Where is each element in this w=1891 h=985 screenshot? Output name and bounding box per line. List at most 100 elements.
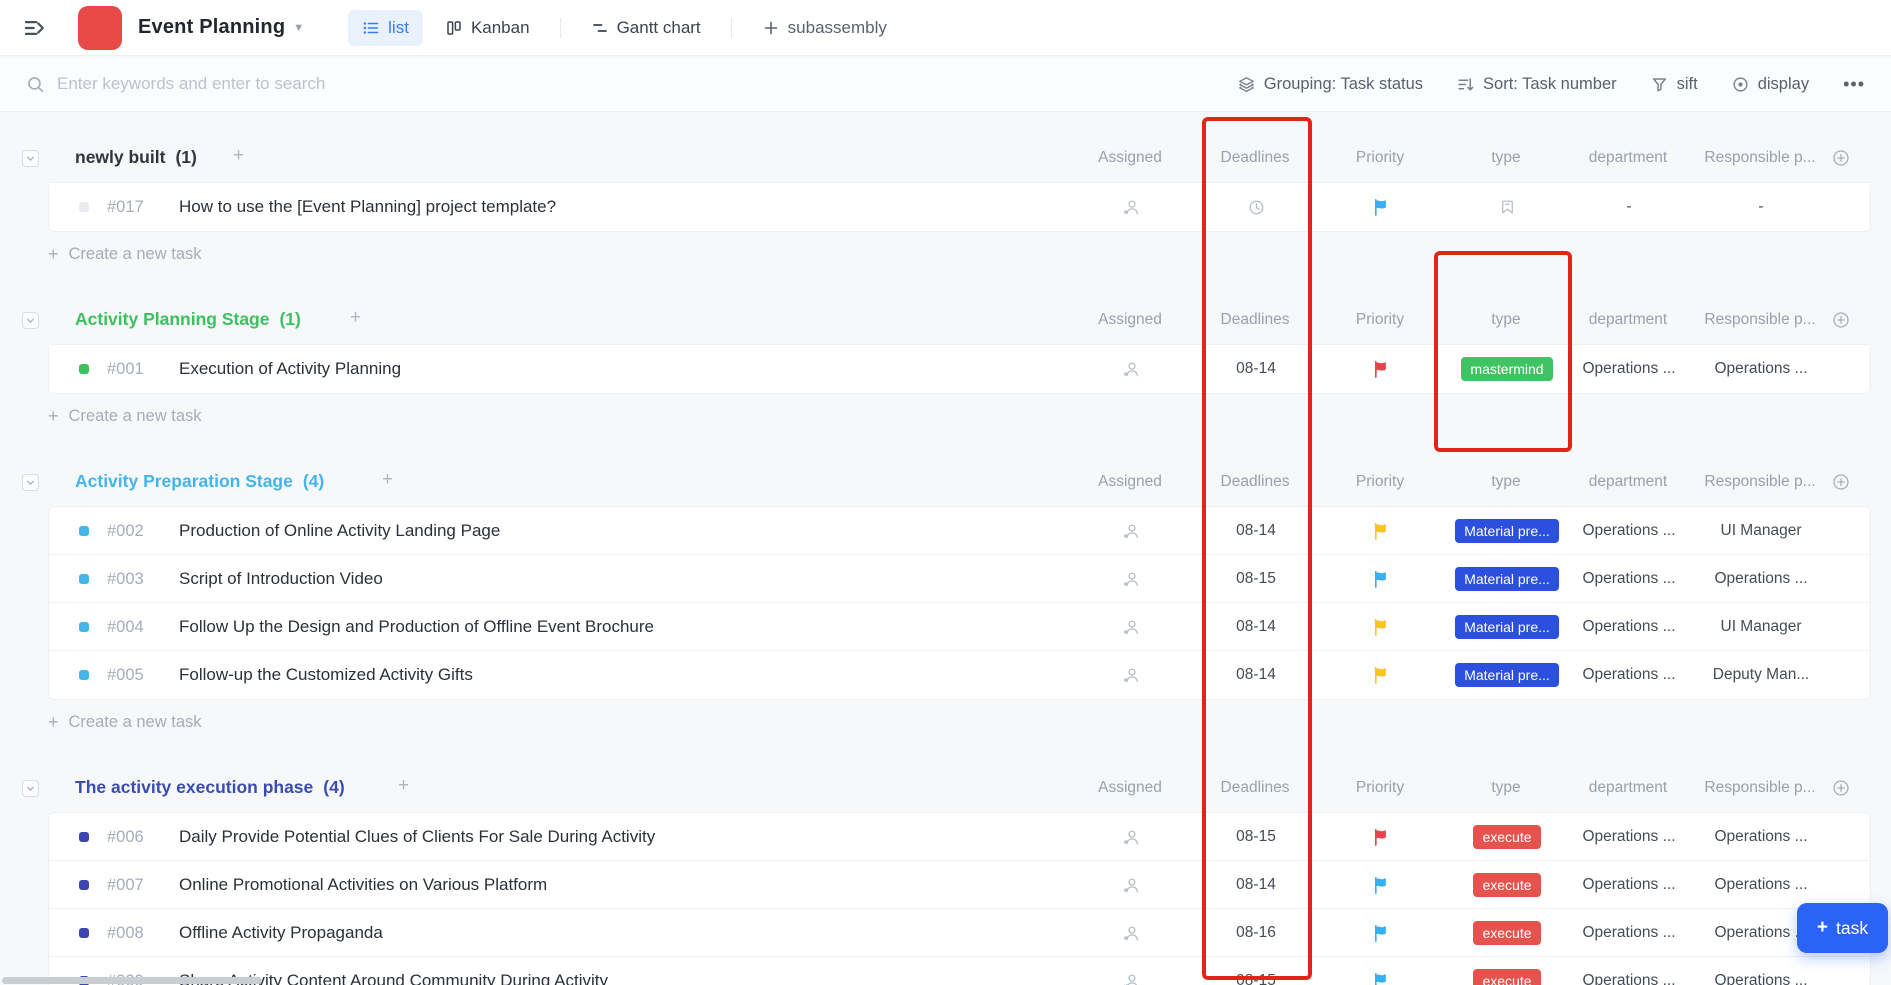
column-header-department[interactable]: department: [1558, 779, 1698, 797]
task-title[interactable]: Production of Online Activity Landing Pa…: [179, 507, 500, 555]
department-value[interactable]: Operations ...: [1559, 345, 1699, 393]
tab-list[interactable]: list: [348, 10, 423, 46]
sidebar-toggle-icon[interactable]: [22, 15, 48, 41]
deadline-value[interactable]: 08-16: [1186, 909, 1326, 957]
group-title[interactable]: Activity Preparation Stage(4): [75, 471, 324, 492]
deadline-value[interactable]: 08-15: [1186, 813, 1326, 861]
deadline-value[interactable]: 08-14: [1186, 345, 1326, 393]
responsible-value[interactable]: -: [1691, 183, 1831, 231]
add-column-icon[interactable]: [1832, 311, 1850, 329]
type-badge[interactable]: execute: [1473, 825, 1540, 849]
priority-flag-icon[interactable]: [1311, 957, 1451, 985]
type-cell[interactable]: execute: [1437, 909, 1577, 957]
column-header-priority[interactable]: Priority: [1310, 473, 1450, 491]
department-value[interactable]: Operations ...: [1559, 813, 1699, 861]
column-header-deadlines[interactable]: Deadlines: [1185, 473, 1325, 491]
priority-flag-icon[interactable]: [1311, 861, 1451, 909]
task-row[interactable]: #007 Online Promotional Activities on Va…: [49, 861, 1870, 909]
assign-user-icon[interactable]: [1061, 813, 1201, 861]
deadline-clock-icon[interactable]: [1186, 183, 1326, 231]
tab-kanban[interactable]: Kanban: [431, 10, 544, 46]
deadline-value[interactable]: 08-14: [1186, 507, 1326, 555]
horizontal-scrollbar[interactable]: [2, 977, 262, 984]
column-header-type[interactable]: type: [1436, 473, 1576, 491]
deadline-value[interactable]: 08-14: [1186, 651, 1326, 699]
column-header-responsible[interactable]: Responsible p...: [1690, 311, 1830, 329]
assign-user-icon[interactable]: [1061, 909, 1201, 957]
assign-user-icon[interactable]: [1061, 651, 1201, 699]
add-task-to-group-icon[interactable]: +: [382, 469, 393, 491]
task-row[interactable]: #017 How to use the [Event Planning] pro…: [49, 183, 1870, 231]
column-header-deadlines[interactable]: Deadlines: [1185, 311, 1325, 329]
priority-flag-icon[interactable]: [1311, 183, 1451, 231]
responsible-value[interactable]: Operations ...: [1691, 957, 1831, 985]
collapse-group-icon[interactable]: [22, 474, 39, 491]
add-task-to-group-icon[interactable]: +: [350, 307, 361, 329]
type-cell[interactable]: mastermind: [1437, 345, 1577, 393]
priority-flag-icon[interactable]: [1311, 813, 1451, 861]
responsible-value[interactable]: Operations ...: [1691, 555, 1831, 603]
add-task-to-group-icon[interactable]: +: [233, 145, 244, 167]
type-badge[interactable]: mastermind: [1461, 357, 1552, 381]
type-tag-icon[interactable]: [1437, 183, 1577, 231]
column-header-type[interactable]: type: [1436, 149, 1576, 167]
department-value[interactable]: -: [1559, 183, 1699, 231]
task-row[interactable]: #003 Script of Introduction Video 08-15 …: [49, 555, 1870, 603]
collapse-group-icon[interactable]: [22, 150, 39, 167]
type-badge[interactable]: execute: [1473, 969, 1540, 985]
deadline-value[interactable]: 08-15: [1186, 957, 1326, 985]
add-view-button[interactable]: subassembly: [748, 10, 901, 46]
column-header-assigned[interactable]: Assigned: [1060, 779, 1200, 797]
project-dropdown-caret-icon[interactable]: ▼: [293, 22, 304, 34]
type-badge[interactable]: Material pre...: [1455, 615, 1559, 639]
deadline-value[interactable]: 08-14: [1186, 603, 1326, 651]
responsible-value[interactable]: UI Manager: [1691, 507, 1831, 555]
priority-flag-icon[interactable]: [1311, 345, 1451, 393]
group-title[interactable]: The activity execution phase(4): [75, 777, 345, 798]
department-value[interactable]: Operations ...: [1559, 651, 1699, 699]
tab-gantt[interactable]: Gantt chart: [577, 10, 715, 46]
add-column-icon[interactable]: [1832, 149, 1850, 167]
column-header-deadlines[interactable]: Deadlines: [1185, 779, 1325, 797]
type-badge[interactable]: Material pre...: [1455, 663, 1559, 687]
task-row[interactable]: #008 Offline Activity Propaganda 08-16 e…: [49, 909, 1870, 957]
assign-user-icon[interactable]: [1061, 345, 1201, 393]
task-title[interactable]: Daily Provide Potential Clues of Clients…: [179, 813, 655, 861]
sort-control[interactable]: Sort: Task number: [1457, 75, 1617, 94]
display-control[interactable]: display: [1732, 75, 1809, 94]
deadline-value[interactable]: 08-14: [1186, 861, 1326, 909]
assign-user-icon[interactable]: [1061, 957, 1201, 985]
add-column-icon[interactable]: [1832, 473, 1850, 491]
project-name[interactable]: Event Planning: [138, 16, 285, 39]
create-task-button[interactable]: +Create a new task: [0, 394, 1891, 438]
column-header-department[interactable]: department: [1558, 149, 1698, 167]
priority-flag-icon[interactable]: [1311, 909, 1451, 957]
assign-user-icon[interactable]: [1061, 603, 1201, 651]
type-cell[interactable]: Material pre...: [1437, 603, 1577, 651]
priority-flag-icon[interactable]: [1311, 555, 1451, 603]
responsible-value[interactable]: Operations ...: [1691, 861, 1831, 909]
task-title[interactable]: How to use the [Event Planning] project …: [179, 183, 556, 231]
grouping-control[interactable]: Grouping: Task status: [1238, 75, 1423, 94]
priority-flag-icon[interactable]: [1311, 651, 1451, 699]
create-task-button[interactable]: +Create a new task: [0, 232, 1891, 276]
type-cell[interactable]: Material pre...: [1437, 507, 1577, 555]
create-task-button[interactable]: +Create a new task: [0, 700, 1891, 744]
assign-user-icon[interactable]: [1061, 507, 1201, 555]
department-value[interactable]: Operations ...: [1559, 909, 1699, 957]
task-row[interactable]: #005 Follow-up the Customized Activity G…: [49, 651, 1870, 699]
department-value[interactable]: Operations ...: [1559, 507, 1699, 555]
priority-flag-icon[interactable]: [1311, 603, 1451, 651]
task-row[interactable]: #002 Production of Online Activity Landi…: [49, 507, 1870, 555]
assign-user-icon[interactable]: [1061, 555, 1201, 603]
column-header-priority[interactable]: Priority: [1310, 311, 1450, 329]
department-value[interactable]: Operations ...: [1559, 555, 1699, 603]
column-header-department[interactable]: department: [1558, 311, 1698, 329]
search-input[interactable]: Enter keywords and enter to search: [26, 74, 1238, 94]
type-badge[interactable]: Material pre...: [1455, 567, 1559, 591]
type-cell[interactable]: execute: [1437, 813, 1577, 861]
column-header-priority[interactable]: Priority: [1310, 779, 1450, 797]
task-row[interactable]: #009 Share Activity Content Around Commu…: [49, 957, 1870, 985]
task-title[interactable]: Offline Activity Propaganda: [179, 909, 383, 957]
department-value[interactable]: Operations ...: [1559, 957, 1699, 985]
